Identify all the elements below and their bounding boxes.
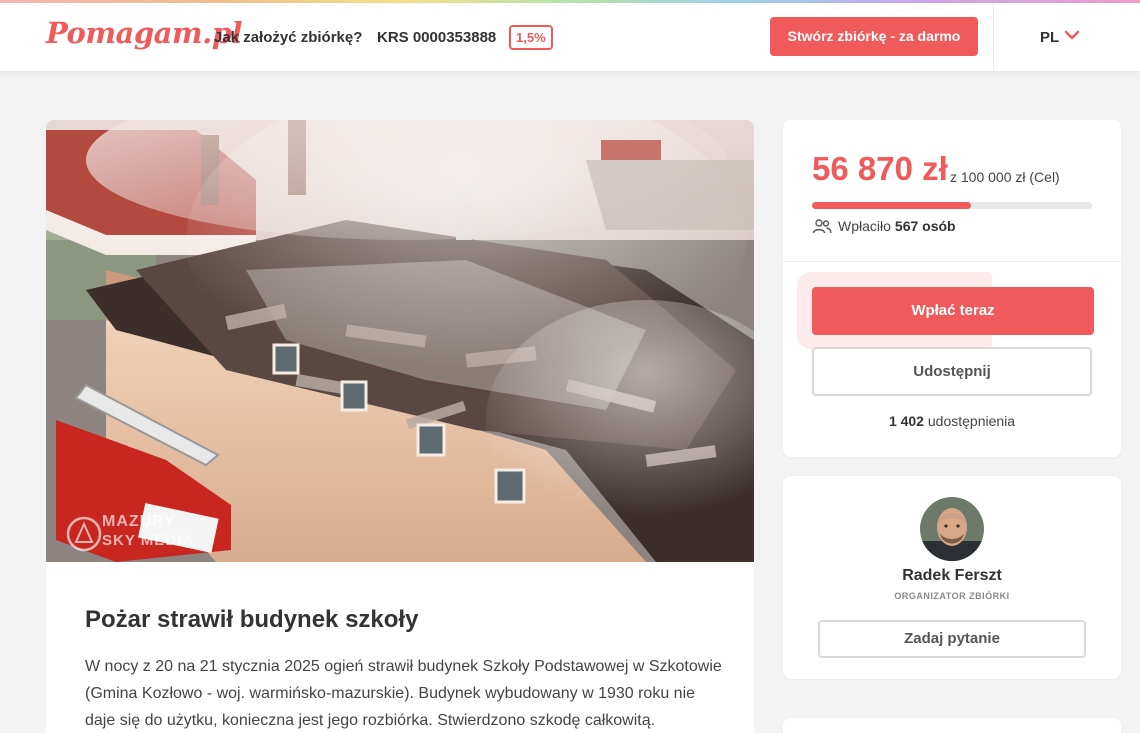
organizer-avatar[interactable] (920, 497, 984, 561)
organizer-card: Radek Ferszt ORGANIZATOR ZBIÓRKI Zadaj p… (783, 476, 1121, 679)
shares-count: 1 402 (888, 413, 924, 429)
donation-card-divider (783, 261, 1121, 262)
organizer-role: ORGANIZATOR ZBIÓRKI (894, 591, 1010, 601)
logo[interactable]: Pomagam.pl (46, 16, 243, 50)
chevron-down-icon[interactable] (1064, 29, 1080, 41)
donation-card: 56 870 zł z 100 000 zł (Cel) Wpłaciło 56… (783, 120, 1121, 457)
krs-percent-badge[interactable]: 1,5% (509, 25, 553, 50)
watermark-text-bottom: SKY MEDIA (102, 532, 195, 549)
goal-amount: z 100 000 zł (Cel) (950, 169, 1060, 185)
share-button[interactable]: Udostępnij (812, 347, 1092, 396)
campaign-description: W nocy z 20 na 21 stycznia 2025 ogień st… (85, 658, 722, 729)
raised-amount: 56 870 zł (812, 150, 948, 187)
campaign-hero-image: MAZURY SKY MEDIA (46, 120, 754, 562)
donors-count: 567 osób (894, 218, 956, 234)
donors-info: Wpłaciło 567 osób (812, 218, 956, 234)
shares-label: udostępnienia (927, 413, 1016, 429)
progress-fill (812, 202, 972, 209)
campaign-title: Pożar strawił budynek szkoły (85, 606, 419, 633)
pay-now-button[interactable]: Wpłać teraz (812, 287, 1094, 335)
watermark-text-top: MAZURY (102, 513, 176, 530)
donors-label: Wpłaciło (838, 218, 891, 234)
progress-bar (812, 202, 1092, 209)
ask-question-button[interactable]: Zadaj pytanie (818, 620, 1086, 658)
create-fundraiser-button[interactable]: Stwórz zbiórkę - za darmo (770, 17, 978, 56)
next-sidebar-card (783, 718, 1121, 733)
krs-link[interactable]: KRS 0000353888 (377, 29, 496, 46)
organizer-name: Radek Ferszt (902, 567, 1002, 584)
how-to-create-link[interactable]: Jak założyć zbiórkę? (214, 29, 362, 46)
shares-info: 1 402 udostępnienia (783, 413, 1121, 429)
top-navbar: Pomagam.pl Jak założyć zbiórkę? KRS 0000… (0, 3, 1140, 72)
campaign-description-card: Pożar strawił budynek szkoły W nocy z 20… (46, 562, 754, 733)
language-selector[interactable]: PL (1040, 29, 1059, 46)
language-divider (993, 3, 994, 72)
people-icon (812, 219, 832, 234)
